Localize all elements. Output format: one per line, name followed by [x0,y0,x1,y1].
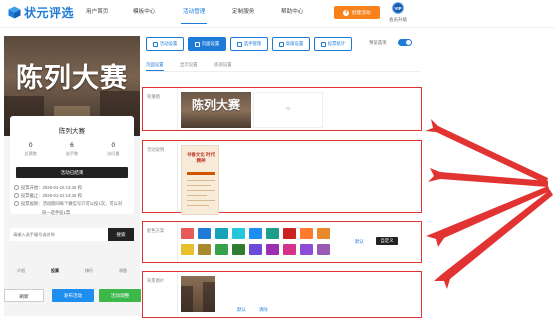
color-swatch[interactable] [317,228,330,239]
tab-intro[interactable]: 介绍 [4,268,38,274]
tab-page-settings[interactable]: 页面设置 [188,37,226,51]
subtab-display-settings[interactable]: 显示设置 [180,62,198,68]
users-icon [236,41,242,47]
color-swatch[interactable] [232,228,245,239]
create-event-label: 创建活动 [351,11,371,16]
page-icon [194,41,200,47]
logo-icon [8,6,21,19]
event-adjust-button[interactable]: 活动调整 [99,289,141,302]
event-name: 陈列大赛 [59,128,85,135]
footer-actions: 刷新 发布活动 活动调整 [4,289,141,302]
color-default-link[interactable]: 默认 [355,239,364,245]
chart-icon [320,41,326,47]
arrow-icon [425,119,548,184]
arrow-icon [426,186,550,247]
refresh-button[interactable]: 刷新 [4,289,44,302]
add-carousel-image-button[interactable]: + [253,92,323,128]
color-swatch[interactable] [300,244,313,255]
search-input[interactable] [10,228,108,241]
color-swatch[interactable] [283,228,296,239]
color-swatch[interactable] [215,228,228,239]
banner-title: 陈列大赛 [16,63,128,94]
poster-heading: 书香文化 时代精神 [186,152,216,163]
carousel-image-title: 陈列大赛 [191,98,240,112]
nav-user-home[interactable]: 用户首页 [86,0,108,28]
section-background: 背景图片 默认 清除 [142,271,422,318]
info-icon [14,201,19,206]
color-swatch[interactable] [300,228,313,239]
nav-help-center[interactable]: 帮助中心 [281,0,303,28]
vote-rule-line2: 同一选手投1票 [42,210,71,215]
vote-rule: 投票规则：活动期间每个微信号只可以投1次，可以对 [14,201,122,207]
nav-custom-service[interactable]: 定制服务 [232,0,254,28]
tab-event-settings[interactable]: 活动设置 [146,37,184,51]
preview-bottom-tabs: 介绍 投票 排行 消息 [4,268,140,274]
color-swatch[interactable] [181,228,194,239]
create-event-button[interactable]: + 创建活动 [334,6,380,19]
color-scheme-label: 配色方案 [147,228,165,233]
description-poster[interactable]: 书香文化 时代精神 [181,145,219,215]
tab-messages[interactable]: 消息 [106,268,140,274]
background-label: 背景图片 [147,278,165,283]
color-swatch[interactable] [249,228,262,239]
stat-total-votes: 0 总票数 [24,142,37,156]
tab-vote[interactable]: 投票 [38,268,72,274]
nav-event-management[interactable]: 活动管理 [180,0,208,28]
vip-upgrade[interactable]: VIP 会员升级 [387,2,409,23]
color-swatch[interactable] [266,244,279,255]
arrow-icon [434,190,553,289]
search-button[interactable]: 搜索 [108,228,134,241]
tab-ranking[interactable]: 排行 [72,268,106,274]
logo[interactable]: 状元评选 [8,4,74,21]
vote-start-time: 投票开始：2025-01-16 13:45 和 [14,185,82,191]
top-nav-bar: 状元评选 用户首页 模板中心 活动管理 定制服务 帮助中心 + 创建活动 VIP… [0,0,554,28]
section-color-scheme: 配色方案 默认 自定义 [142,221,422,263]
color-swatch[interactable] [249,244,262,255]
color-swatch[interactable] [317,244,330,255]
stat-contestants: 6 选手数 [65,142,79,156]
carousel-label: 轮播图 [147,94,160,99]
publish-event-button[interactable]: 发布活动 [52,289,94,302]
mobile-preview: 陈列大赛 陈列大赛 0 总票数 6 选手数 0 访问量 活动已结束 投票开始：2… [4,36,140,316]
color-swatch[interactable] [215,244,228,255]
clock-icon [14,185,19,190]
preview-mode-label: 预览选项 [369,40,387,45]
vip-label: 会员升级 [389,17,407,22]
color-swatch[interactable] [198,244,211,255]
color-custom-button[interactable]: 自定义 [376,237,398,245]
logo-text: 状元评选 [24,6,75,20]
settings-icon [152,41,158,47]
preview-mode-toggle[interactable] [398,39,412,46]
color-swatch[interactable] [198,228,211,239]
subtab-page-settings[interactable]: 页面设置 [146,62,164,71]
carousel-image[interactable]: 陈列大赛 [181,92,251,128]
event-ended-button[interactable]: 活动已结束 [16,167,128,178]
section-description: 活动说明 书香文化 时代精神 [142,140,422,215]
plus-icon: + [343,9,350,16]
stats-row: 0 总票数 6 选手数 0 访问量 [10,142,134,157]
tab-contestant-management[interactable]: 选手管理 [230,37,268,51]
color-swatch[interactable] [232,244,245,255]
background-clear-link[interactable]: 清除 [259,307,268,313]
advanced-icon [278,41,284,47]
description-label: 活动说明 [147,147,165,152]
subtab-footer-settings[interactable]: 底部设置 [214,62,232,68]
background-image[interactable] [181,276,215,312]
vip-badge-icon: VIP [392,2,404,14]
background-default-link[interactable]: 默认 [237,307,246,313]
tab-advanced-settings[interactable]: 高级设置 [272,37,310,51]
color-swatch[interactable] [283,244,296,255]
color-swatch[interactable] [266,228,279,239]
sub-tabs: 页面设置 显示设置 底部设置 [146,62,420,72]
section-carousel: 轮播图 陈列大赛 + [142,87,422,131]
arrow-icon [428,168,548,187]
stat-visits: 0 访问量 [107,142,120,156]
clock-icon [14,193,19,198]
event-info-card: 陈列大赛 0 总票数 6 选手数 0 访问量 活动已结束 投票开始：2025-0… [10,116,134,214]
color-swatch[interactable] [181,244,194,255]
search-row: 搜索 [10,228,134,241]
vote-end-time: 投票截止：2025-01-22 13:45 和 [14,193,82,199]
tab-vote-statistics[interactable]: 投票统计 [314,37,352,51]
nav-template-center[interactable]: 模板中心 [133,0,155,28]
